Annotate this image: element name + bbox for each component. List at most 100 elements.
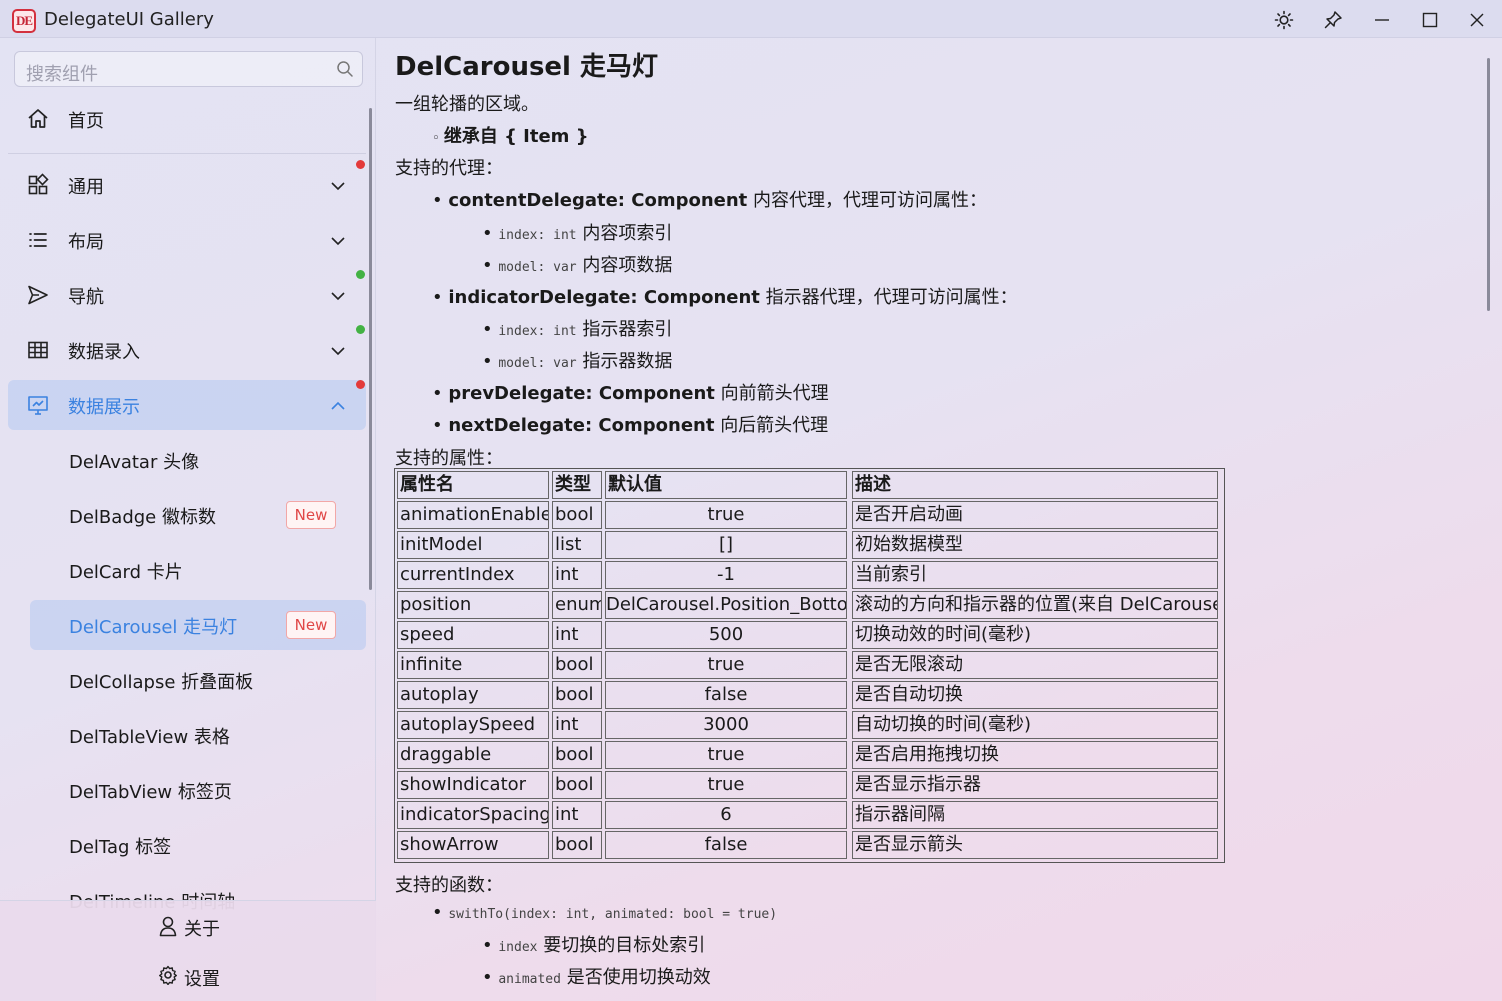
close-button[interactable] — [1457, 4, 1497, 36]
table-cell: 500 — [605, 621, 847, 649]
sidebar-subitem-label: DelCollapse 折叠面板 — [69, 672, 254, 693]
table-cell: bool — [552, 681, 602, 709]
about-label: 关于 — [184, 919, 220, 940]
function-signature: swithTo(index: int, animated: bool = tru… — [448, 907, 778, 922]
table-cell: list — [552, 531, 602, 559]
arg-desc: 要切换的目标处索引 — [543, 935, 706, 956]
table-cell: false — [605, 831, 847, 859]
sidebar-subitem-label: DelAvatar 头像 — [69, 452, 200, 473]
home-icon — [28, 109, 48, 128]
table-header-cell: 默认值 — [605, 471, 847, 499]
intro-text: 一组轮播的区域。 — [395, 94, 539, 115]
prop-desc: 内容项索引 — [582, 223, 673, 244]
delegate-prop: • model: var 指示器数据 — [482, 351, 673, 372]
sidebar-item-navigation[interactable]: 导航 — [8, 270, 366, 320]
arg-code: index — [498, 940, 538, 955]
prop-code: index: int — [498, 228, 577, 243]
minimize-button[interactable] — [1362, 4, 1402, 36]
new-badge: New — [286, 501, 336, 529]
divider — [8, 153, 366, 154]
sidebar-footer: 关于 设置 — [0, 900, 376, 1001]
title-bar[interactable]: DE DelegateUI Gallery — [0, 0, 1502, 38]
table-cell: enum — [552, 591, 602, 619]
chevron-up-icon — [331, 401, 345, 410]
table-cell: bool — [552, 501, 602, 529]
arg-code: animated — [498, 972, 561, 987]
prop-desc: 指示器数据 — [582, 351, 673, 372]
pin-button[interactable] — [1313, 4, 1353, 36]
sidebar-subitem-badge[interactable]: DelBadge 徽标数 New — [30, 490, 366, 540]
delegate-name: indicatorDelegate: Component — [448, 287, 760, 308]
pin-icon — [1324, 11, 1342, 29]
chevron-down-icon — [331, 182, 345, 191]
notification-dot — [356, 270, 365, 279]
sidebar-item-label: 布局 — [68, 232, 104, 253]
sidebar-item-home[interactable]: 首页 — [8, 94, 366, 144]
presentation-icon — [28, 396, 48, 415]
function-arg: • animated 是否使用切换动效 — [482, 967, 711, 988]
table-cell: int — [552, 561, 602, 589]
sidebar-subitem-tableview[interactable]: DelTableView 表格 — [30, 710, 366, 760]
list-icon — [29, 233, 47, 247]
table-cell: infinite — [397, 651, 549, 679]
app-logo-icon: DE — [12, 9, 36, 33]
search-placeholder: 搜索组件 — [26, 64, 98, 85]
sidebar-subitem-tag[interactable]: DelTag 标签 — [30, 820, 366, 870]
table-cell: 3000 — [605, 711, 847, 739]
sidebar-item-general[interactable]: 通用 — [8, 160, 366, 210]
table-cell: initModel — [397, 531, 549, 559]
sidebar-subitem-avatar[interactable]: DelAvatar 头像 — [30, 435, 366, 485]
new-badge: New — [286, 611, 336, 639]
table-cell: animationEnabled — [397, 501, 549, 529]
table-cell: bool — [552, 651, 602, 679]
sidebar-subitem-collapse[interactable]: DelCollapse 折叠面板 — [30, 655, 366, 705]
prop-code: model: var — [498, 260, 577, 275]
main-content: DelCarousel 走马灯 一组轮播的区域。 ◦ 继承自 { Item } … — [377, 38, 1487, 1001]
sidebar-subitem-card[interactable]: DelCard 卡片 — [30, 545, 366, 595]
sidebar-item-data-display[interactable]: 数据展示 — [8, 380, 366, 430]
content-scrollbar[interactable] — [1487, 58, 1490, 311]
sidebar-item-data-entry[interactable]: 数据录入 — [8, 325, 366, 375]
sidebar-item-label: 导航 — [68, 287, 104, 308]
maximize-button[interactable] — [1410, 4, 1450, 36]
sidebar-scrollbar[interactable] — [369, 108, 372, 590]
delegate-prop: • model: var 内容项数据 — [482, 255, 673, 276]
delegate-indicator: • indicatorDelegate: Component 指示器代理，代理可… — [432, 287, 1018, 308]
table-cell: int — [552, 621, 602, 649]
table-cell: 是否自动切换 — [852, 681, 1218, 709]
prop-code: index: int — [498, 324, 577, 339]
settings-button[interactable]: 设置 — [150, 956, 270, 996]
delegate-prop: • index: int 内容项索引 — [482, 223, 673, 244]
properties-table: 属性名 类型 默认值 描述 animationEnabled bool true 是否开启动画… — [394, 468, 1225, 863]
page-title: DelCarousel 走马灯 — [395, 52, 659, 82]
sidebar-subitem-label: DelBadge 徽标数 — [69, 507, 216, 528]
chevron-down-icon — [331, 347, 345, 356]
table-cell: showArrow — [397, 831, 549, 859]
delegate-name: nextDelegate: Component — [448, 415, 715, 436]
table-cell: showIndicator — [397, 771, 549, 799]
table-cell: 是否显示箭头 — [852, 831, 1218, 859]
table-cell: int — [552, 801, 602, 829]
table-cell: 当前索引 — [852, 561, 1218, 589]
delegate-content: • contentDelegate: Component 内容代理，代理可访问属… — [432, 190, 988, 211]
table-cell: 指示器间隔 — [852, 801, 1218, 829]
sidebar-subitem-label: DelTabView 标签页 — [69, 782, 232, 803]
table-cell: bool — [552, 771, 602, 799]
sidebar-item-label: 数据录入 — [68, 342, 140, 363]
sidebar-subitem-tabview[interactable]: DelTabView 标签页 — [30, 765, 366, 815]
theme-toggle-button[interactable] — [1264, 4, 1304, 36]
search-input[interactable]: 搜索组件 — [14, 51, 363, 87]
table-header-cell: 描述 — [852, 471, 1218, 499]
about-button[interactable]: 关于 — [150, 906, 270, 946]
sidebar-subitem-carousel[interactable]: DelCarousel 走马灯 New — [30, 600, 366, 650]
sidebar-item-label: 首页 — [68, 111, 104, 132]
sidebar-item-layout[interactable]: 布局 — [8, 215, 366, 265]
prop-code: model: var — [498, 356, 577, 371]
prop-desc: 指示器索引 — [582, 319, 673, 340]
sidebar-subitem-label: DelTag 标签 — [69, 837, 172, 858]
delegate-desc: 向前箭头代理 — [720, 383, 829, 404]
table-icon — [28, 341, 48, 359]
gear-icon — [159, 965, 177, 985]
delegate-prev: • prevDelegate: Component 向前箭头代理 — [432, 383, 829, 404]
table-cell: 是否启用拖拽切换 — [852, 741, 1218, 769]
